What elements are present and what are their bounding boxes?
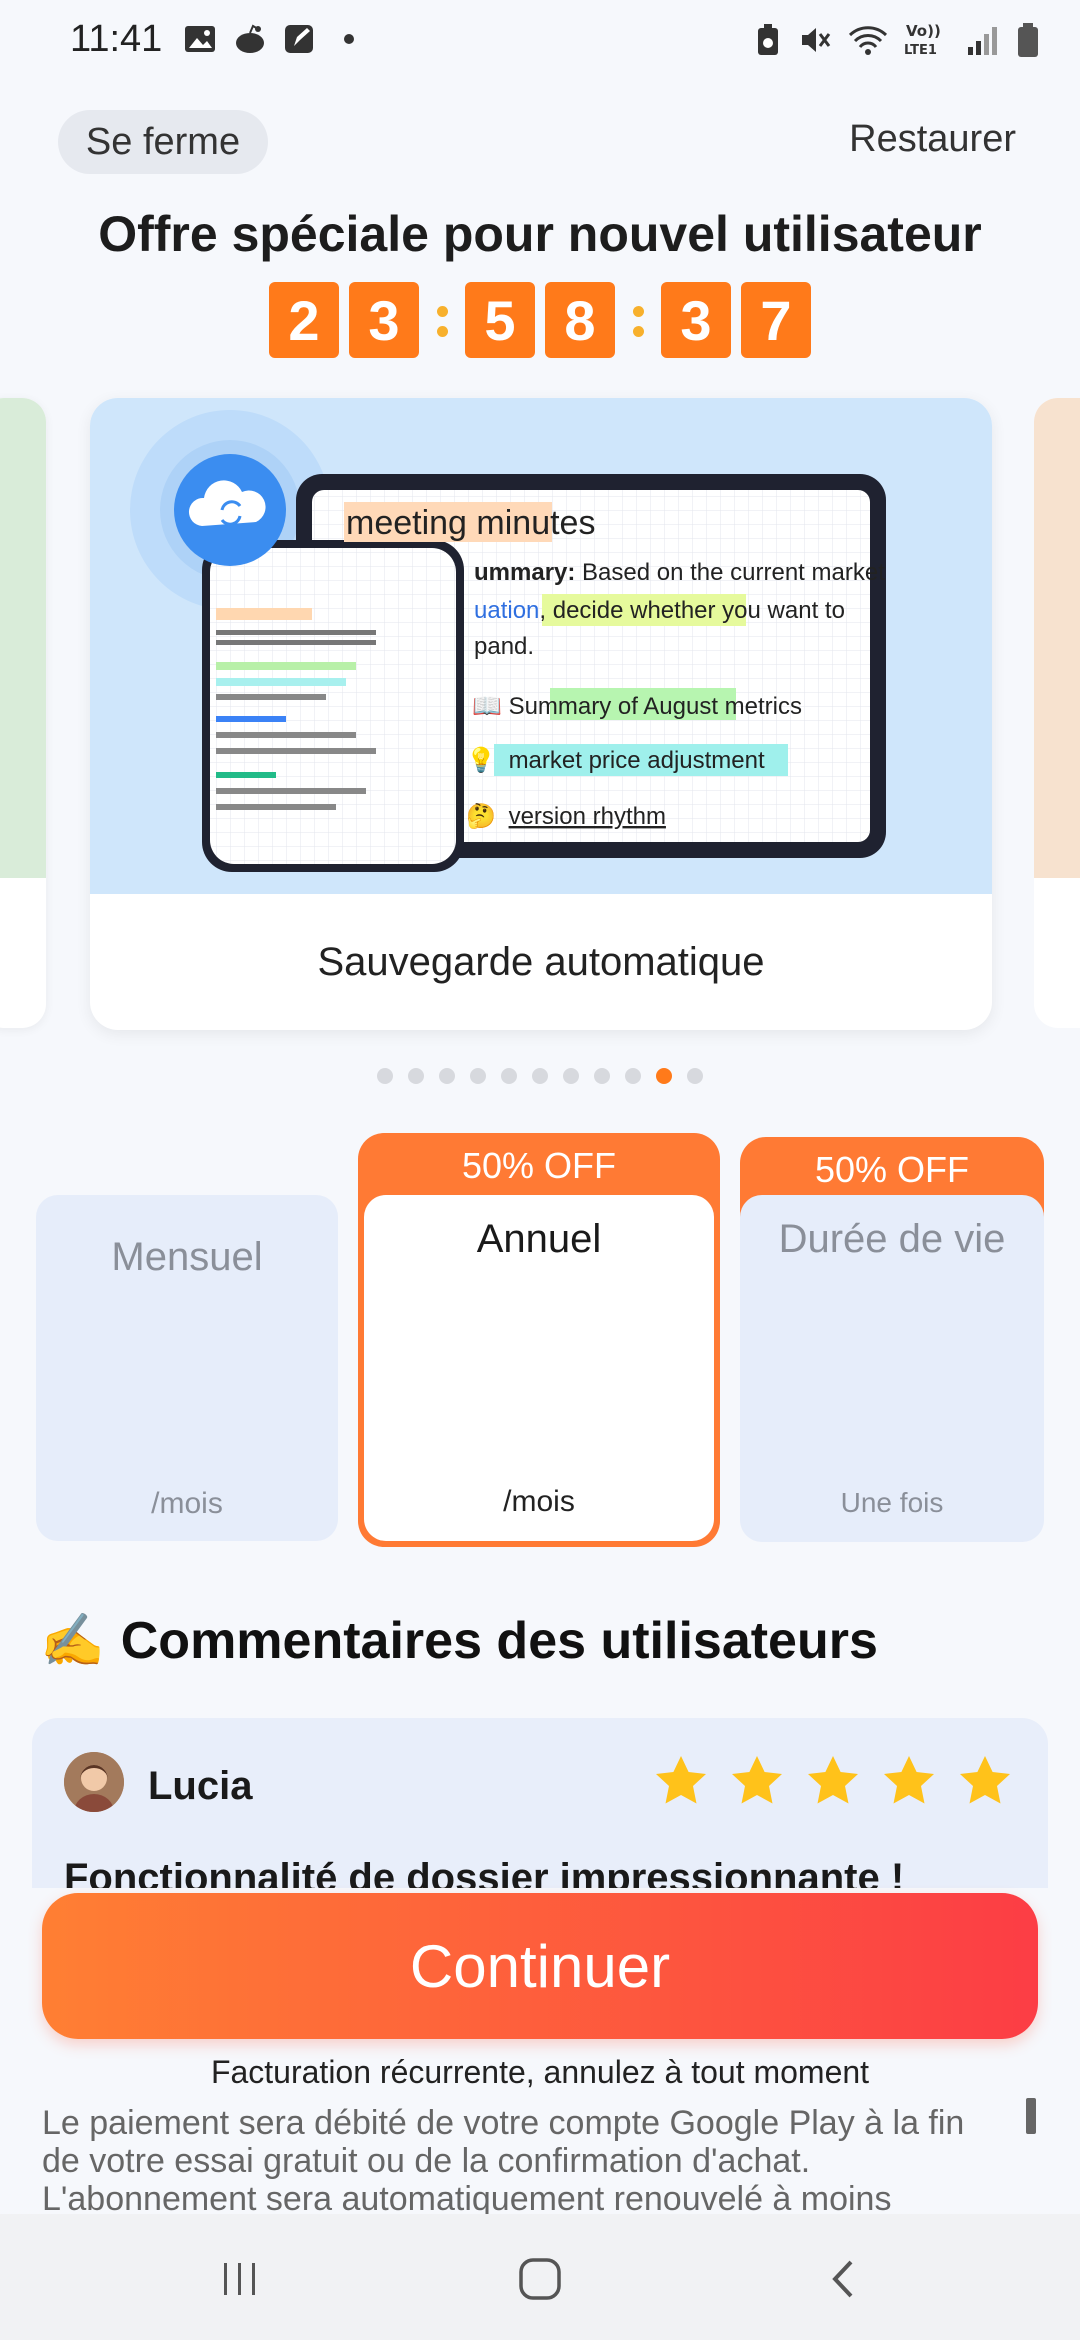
page-dot[interactable] xyxy=(563,1068,579,1084)
svg-text:ummary: Based on the current m: ummary: Based on the current market xyxy=(474,559,885,586)
more-notifications-dot xyxy=(344,34,354,44)
svg-text:pand.: pand. xyxy=(474,633,534,660)
star-icon xyxy=(884,1756,934,1804)
legal-text: Le paiement sera débité de votre compte … xyxy=(42,2104,965,2214)
svg-text:uation, decide whether you wan: uation, decide whether you want to xyxy=(474,597,845,624)
gallery-icon xyxy=(185,26,215,52)
carousel-previous-card[interactable] xyxy=(0,398,46,1028)
svg-text:📖 Summary of August metrics: 📖 Summary of August metrics xyxy=(472,693,802,720)
reddit-icon xyxy=(236,24,264,53)
page-dot[interactable] xyxy=(377,1068,393,1084)
system-icons: Vo)) LTE1 xyxy=(754,20,1040,60)
countdown-seconds-ones: 7 xyxy=(741,282,811,358)
plan-lifetime-body: Durée de vie Une fois xyxy=(740,1195,1044,1542)
back-icon xyxy=(832,2260,853,2298)
plan-annual[interactable]: 50% OFF Annuel /mois xyxy=(358,1133,720,1547)
page-dot-active[interactable] xyxy=(656,1068,672,1084)
reviews-section-title: ✍️ Commentaires des utilisateurs xyxy=(40,1610,878,1671)
countdown-separator xyxy=(429,282,455,358)
svg-text:Vo)): Vo)) xyxy=(906,22,941,40)
carousel-pagination[interactable] xyxy=(0,1068,1080,1084)
recent-apps-button[interactable] xyxy=(205,2244,275,2314)
page-dot[interactable] xyxy=(625,1068,641,1084)
wifi-icon xyxy=(848,26,888,55)
countdown-hours-ones: 3 xyxy=(349,282,419,358)
page-dot[interactable] xyxy=(470,1068,486,1084)
restore-purchases-link[interactable]: Restaurer xyxy=(849,118,1016,161)
close-button[interactable]: Se ferme xyxy=(58,110,268,174)
star-rating xyxy=(654,1754,1012,1806)
offer-title: Offre spéciale pour nouvel utilisateur xyxy=(98,206,982,262)
countdown-hours-tens: 2 xyxy=(269,282,339,358)
svg-text:💡 market price adjustment: 💡 market price adjustment xyxy=(466,746,765,774)
home-button[interactable] xyxy=(505,2244,575,2314)
page-dot[interactable] xyxy=(408,1068,424,1084)
continue-button[interactable]: Continuer xyxy=(42,1893,1038,2039)
countdown-minutes-tens: 5 xyxy=(465,282,535,358)
discount-badge: 50% OFF xyxy=(461,1145,617,1186)
star-icon xyxy=(960,1756,1010,1804)
volte-icon: Vo)) LTE1 xyxy=(904,22,941,58)
plan-period: /mois xyxy=(151,1487,223,1520)
svg-text:meeting minutes: meeting minutes xyxy=(346,504,595,542)
plan-monthly[interactable]: Mensuel /mois xyxy=(36,1195,338,1541)
svg-text:🤔 version rhythm: 🤔 version rhythm xyxy=(466,803,666,830)
star-icon xyxy=(656,1756,706,1804)
avatar xyxy=(64,1752,124,1812)
notification-icons xyxy=(182,22,354,56)
reviewer-name: Lucia xyxy=(148,1764,253,1808)
mute-icon xyxy=(802,28,831,52)
feature-illustration: meeting minutes ummary: Based on the cur… xyxy=(90,398,992,894)
carousel-next-card[interactable] xyxy=(1034,398,1080,1028)
countdown-timer: 2 3 5 8 3 7 xyxy=(0,282,1080,358)
back-button[interactable] xyxy=(808,2244,878,2314)
system-nav-bar xyxy=(0,2214,1080,2340)
star-icon xyxy=(808,1756,858,1804)
discount-badge: 50% OFF xyxy=(814,1149,970,1190)
page-dot[interactable] xyxy=(594,1068,610,1084)
recent-apps-icon xyxy=(224,2263,255,2295)
page-dot[interactable] xyxy=(687,1068,703,1084)
page-dot[interactable] xyxy=(532,1068,548,1084)
battery-icon xyxy=(1018,23,1038,57)
plan-period: /mois xyxy=(503,1485,575,1518)
plan-name: Durée de vie xyxy=(778,1217,1006,1261)
plan-lifetime[interactable]: 50% OFF Durée de vie Une fois xyxy=(740,1137,1044,1542)
plan-name: Mensuel xyxy=(111,1235,263,1279)
writing-hand-icon: ✍️ xyxy=(40,1612,105,1670)
home-icon xyxy=(519,2258,561,2300)
status-bar: 11:41 Vo)) LTE1 xyxy=(0,0,1080,84)
countdown-minutes-ones: 8 xyxy=(545,282,615,358)
signal-icon xyxy=(968,27,997,55)
reviews-title-text: Commentaires des utilisateurs xyxy=(120,1611,878,1670)
countdown-separator xyxy=(625,282,651,358)
notes-app-icon xyxy=(285,25,313,53)
plan-period: Une fois xyxy=(840,1487,944,1518)
plan-name: Annuel xyxy=(476,1217,602,1261)
page-dot[interactable] xyxy=(439,1068,455,1084)
battery-saver-icon xyxy=(758,24,778,55)
star-icon xyxy=(732,1756,782,1804)
review-headline: Fonctionnalité de dossier impressionnant… xyxy=(64,1856,905,1888)
svg-text:LTE1: LTE1 xyxy=(904,43,937,58)
countdown-seconds-tens: 3 xyxy=(661,282,731,358)
review-card: Lucia Fonctionnalité de dossier impressi… xyxy=(32,1718,1048,1888)
page-dot[interactable] xyxy=(501,1068,517,1084)
scrollbar[interactable] xyxy=(1026,2098,1036,2134)
plan-annual-body: Annuel /mois xyxy=(364,1195,714,1541)
feature-caption: Sauvegarde automatique xyxy=(317,939,765,984)
status-time: 11:41 xyxy=(70,18,163,60)
billing-note: Facturation récurrente, annulez à tout m… xyxy=(210,2054,870,2090)
feature-card[interactable]: meeting minutes ummary: Based on the cur… xyxy=(90,398,992,1030)
